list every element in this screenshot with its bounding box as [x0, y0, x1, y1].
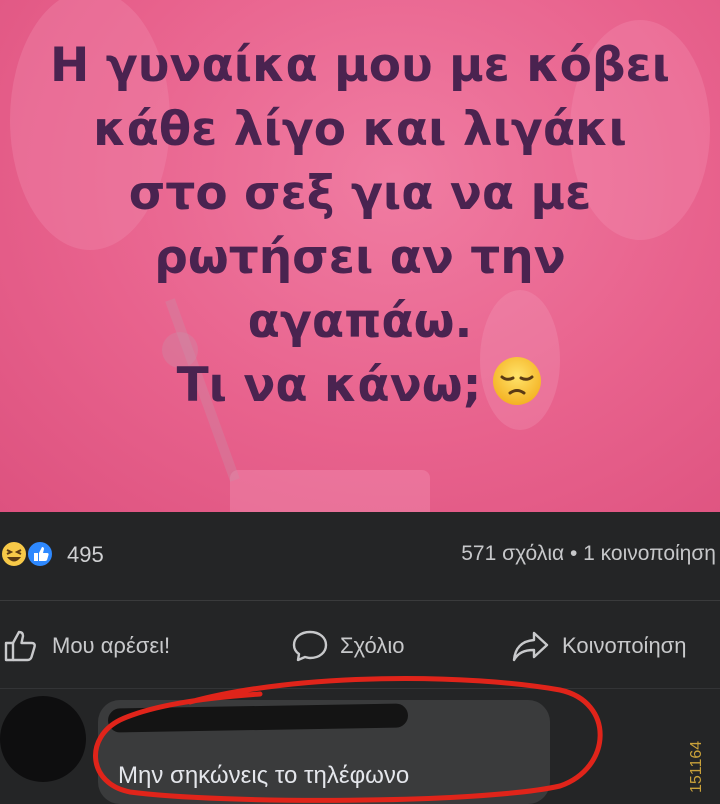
reaction-count[interactable]: 495 [67, 542, 104, 568]
comment-button[interactable]: Σχόλιο [292, 626, 405, 666]
pensive-face-emoji-icon [493, 357, 542, 405]
post-line: Τι να κάνω; [176, 358, 482, 413]
comment-bubble-icon [292, 630, 328, 662]
post-line: αγαπάω. [247, 294, 473, 349]
post-line: ρωτήσει αν την [154, 230, 566, 285]
action-bar: Μου αρέσει! Σχόλιο Κοινοποίηση [0, 620, 720, 676]
comments-shares-count[interactable]: 571 σχόλια • 1 κοινοποίηση [461, 542, 716, 566]
comment-text: Μην σηκώνεις το τηλέφωνο [118, 762, 410, 789]
post-image: Η γυναίκα μου με κόβει κάθε λίγο και λιγ… [0, 0, 720, 512]
post-text: Η γυναίκα μου με κόβει κάθε λίγο και λιγ… [0, 34, 720, 418]
divider [0, 688, 720, 689]
share-button[interactable]: Κοινοποίηση [512, 626, 687, 666]
share-label: Κοινοποίηση [562, 633, 687, 658]
reactions-row: 495 571 σχόλια • 1 κοινοποίηση [0, 532, 720, 572]
like-button[interactable]: Μου αρέσει! [4, 626, 170, 666]
share-arrow-icon [512, 631, 549, 662]
thumbs-up-icon [4, 630, 36, 662]
comment-label: Σχόλιο [340, 633, 405, 658]
post-last-line: Τι να κάνω; [0, 354, 720, 418]
reaction-icons[interactable] [0, 540, 64, 568]
like-reaction-icon [26, 540, 54, 568]
post-line: στο σεξ για να με [128, 166, 592, 221]
haha-reaction-icon [0, 540, 28, 568]
post-line: κάθε λίγο και λιγάκι [93, 102, 627, 157]
avatar[interactable] [0, 696, 86, 782]
watermark: 151164 [688, 740, 705, 794]
like-label: Μου αρέσει! [52, 633, 171, 658]
divider [0, 600, 720, 601]
post-line: Η γυναίκα μου με κόβει [50, 38, 670, 93]
